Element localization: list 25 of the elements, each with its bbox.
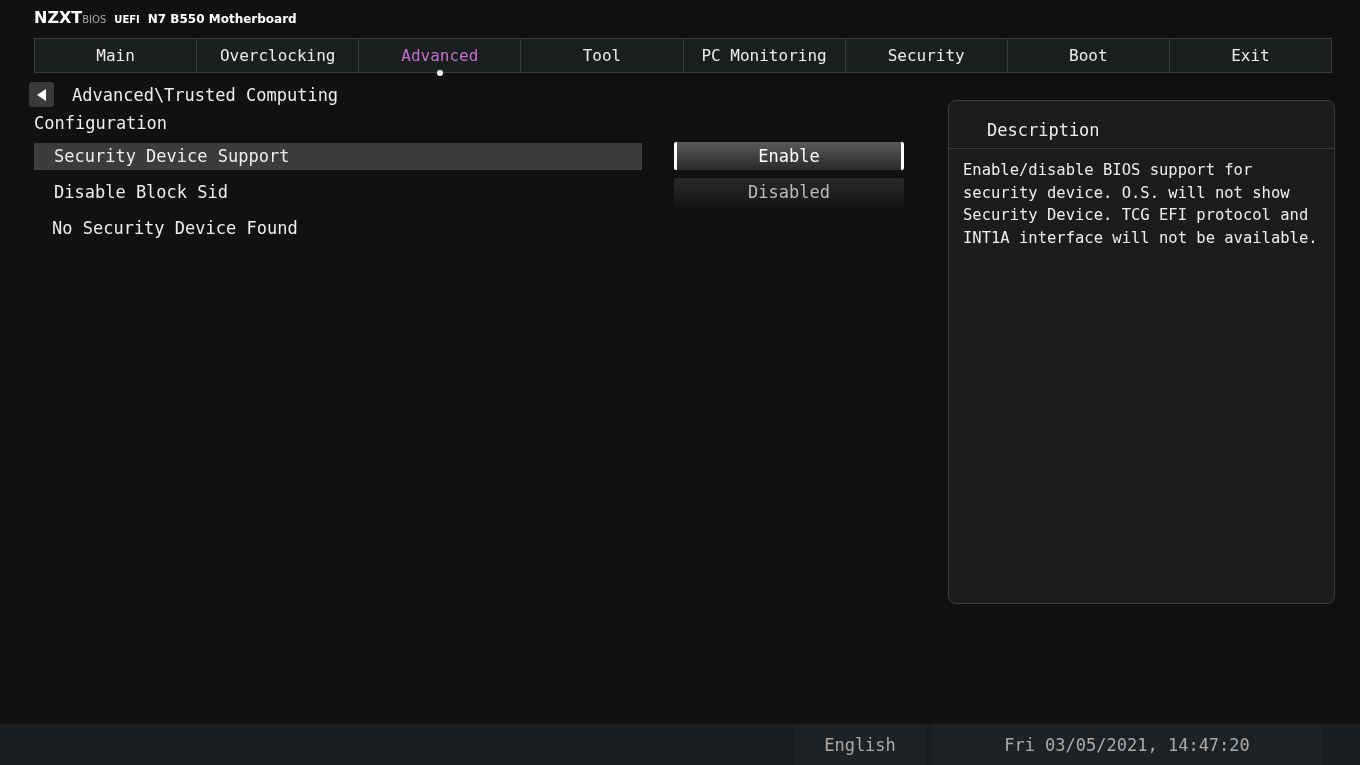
brand-logo: NZXT — [34, 8, 83, 27]
breadcrumb: Advanced\Trusted Computing — [72, 84, 339, 105]
menu-tab[interactable]: Exit — [1168, 38, 1332, 73]
description-text: Enable/disable BIOS support for security device. O.S. will not show Security Device. TCG EFI protocol and INT1A interface will not be available. — [962, 160, 1319, 249]
uefi-label: UEFI — [114, 14, 140, 25]
info-text: No Security Device Found — [51, 216, 299, 240]
date-time: Fri 03/05/2021, 14:47:20 — [932, 724, 1322, 765]
value-button[interactable]: Enable — [674, 142, 904, 170]
menu-tab[interactable]: Main — [34, 38, 198, 73]
setting-label[interactable]: Disable Block Sid — [34, 178, 642, 206]
language-selector[interactable]: English — [794, 724, 926, 765]
back-button[interactable] — [29, 82, 54, 107]
menu-tab[interactable]: Tool — [520, 38, 684, 73]
menu-tab[interactable]: Advanced — [358, 38, 522, 73]
menu-tab[interactable]: Overclocking — [196, 38, 360, 73]
menu-tab[interactable]: PC Monitoring — [682, 38, 846, 73]
value-button[interactable]: Disabled — [674, 178, 904, 206]
setting-label[interactable]: Security Device Support — [34, 142, 642, 170]
back-arrow-icon — [36, 88, 47, 101]
section-title: Configuration — [34, 113, 169, 133]
model-name: N7 B550 Motherboard — [147, 12, 297, 26]
menu-tab[interactable]: Boot — [1006, 38, 1170, 73]
bios-label: BIOS — [82, 14, 107, 25]
menu-tab[interactable]: Security — [844, 38, 1008, 73]
description-title: Description — [949, 101, 1334, 149]
